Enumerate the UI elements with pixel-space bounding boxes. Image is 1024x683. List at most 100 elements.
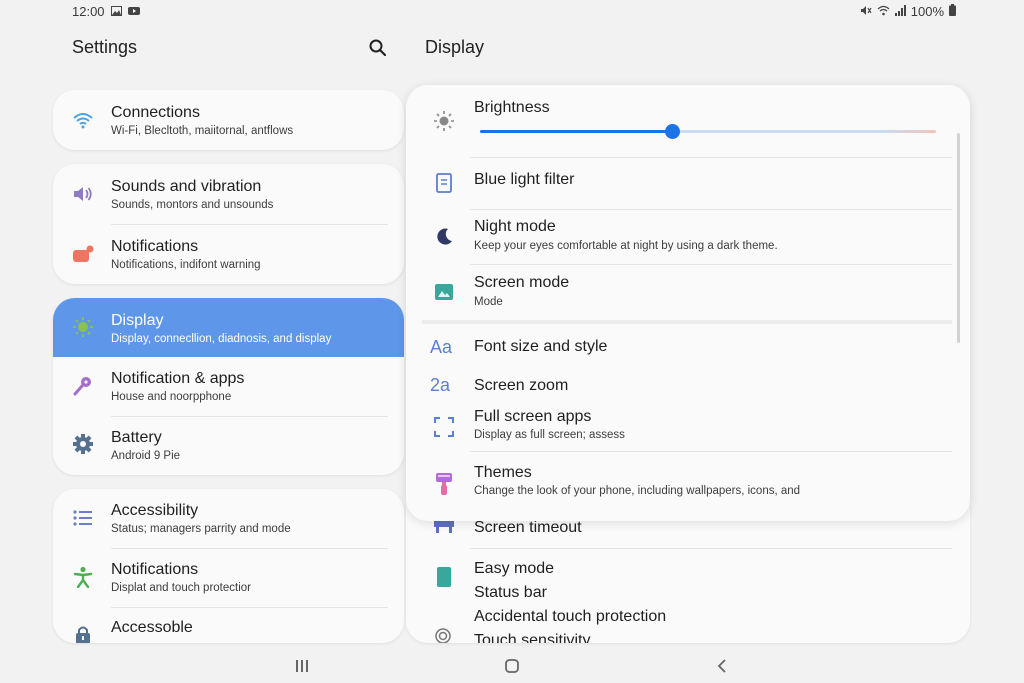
- settings-item-subtitle: Notifications, indifont warning: [111, 259, 261, 271]
- settings-group-1: Connections Wi-Fi, Blecltoth, maiitornal…: [53, 90, 404, 150]
- display-item-title: Night mode: [474, 218, 556, 235]
- navigation-bar: [0, 650, 1024, 683]
- display-item-screen-zoom[interactable]: 2a Screen zoom: [406, 368, 970, 402]
- display-item-subtitle: Mode: [474, 296, 503, 308]
- display-item-blue-light[interactable]: Blue light filter: [406, 158, 970, 208]
- clock: 12:00: [72, 4, 105, 19]
- gear-icon: [71, 432, 95, 456]
- moon-icon: [432, 225, 456, 249]
- display-item-status-bar[interactable]: Status bar: [406, 581, 970, 605]
- display-item-title: Blue light filter: [474, 171, 575, 188]
- settings-item-subtitle: Status; managers parrity and mode: [111, 523, 291, 535]
- battery-level: 100%: [910, 4, 944, 19]
- notification-icon: [71, 242, 95, 266]
- display-item-full-screen-apps[interactable]: Full screen apps Display as full screen;…: [406, 403, 970, 451]
- section-divider: [422, 320, 952, 324]
- signal-icon: [894, 4, 906, 19]
- document-icon: [432, 171, 456, 195]
- person-icon: [71, 565, 95, 589]
- display-item-easy-mode[interactable]: Easy mode: [406, 557, 970, 587]
- display-item-subtitle: Keep your eyes comfortable at night by u…: [474, 240, 778, 252]
- list-icon: [71, 506, 95, 530]
- settings-group-4: Accessibility Status; managers parrity a…: [53, 489, 404, 643]
- settings-item-title: Connections: [111, 104, 200, 121]
- settings-item-display[interactable]: Display Display, connecllion, diadnosis,…: [53, 298, 404, 357]
- display-more-list: Screen timeout Easy mode Status bar Acci…: [406, 505, 970, 643]
- settings-item-notifications[interactable]: Notifications Notifications, indifont wa…: [53, 224, 404, 284]
- settings-item-title: Accessibility: [111, 502, 199, 519]
- battery-icon: [949, 4, 956, 19]
- settings-item-title: Accessoble: [111, 619, 193, 636]
- settings-item-subtitle: Display, connecllion, diadnosis, and dis…: [111, 333, 332, 345]
- settings-item-title: Notifications: [111, 561, 199, 578]
- settings-item-title: Sounds and vibration: [111, 178, 262, 195]
- sun-icon: [71, 315, 95, 339]
- settings-item-title: Notifications: [111, 238, 199, 255]
- key-icon: [71, 374, 95, 398]
- display-item-title: Touch sensitivity: [474, 632, 591, 643]
- search-icon: [369, 39, 386, 56]
- settings-item-subtitle: Sounds, montors and unsounds: [111, 199, 274, 211]
- home-button[interactable]: [497, 654, 527, 678]
- back-button[interactable]: [707, 654, 737, 678]
- speaker-icon: [71, 182, 95, 206]
- display-item-accidental-touch[interactable]: Accidental touch protection: [406, 605, 970, 629]
- settings-item-notification-apps[interactable]: Notification & apps House and noorpphone: [53, 357, 404, 416]
- settings-title: Settings: [72, 37, 138, 57]
- home-icon: [505, 659, 519, 673]
- video-icon: [127, 4, 140, 19]
- search-button[interactable]: [366, 36, 388, 58]
- recent-apps-button[interactable]: [287, 654, 317, 678]
- display-item-night-mode[interactable]: Night mode Keep your eyes comfortable at…: [406, 210, 970, 264]
- wifi-icon: [71, 108, 95, 132]
- mute-icon: [860, 4, 872, 19]
- recent-apps-icon: [296, 660, 308, 672]
- settings-item-notifications-2[interactable]: Notifications Displat and touch protecti…: [53, 548, 404, 607]
- touch-icon: [432, 625, 456, 643]
- zoom-icon: 2a: [430, 374, 451, 395]
- settings-item-title: Notification & apps: [111, 370, 245, 387]
- display-item-subtitle: Display as full screen; assess: [474, 429, 625, 441]
- scrollbar[interactable]: [957, 133, 960, 343]
- settings-item-accessoble[interactable]: Accessoble: [53, 607, 404, 643]
- display-item-title: Accidental touch protection: [474, 608, 667, 625]
- brightness-icon: [432, 109, 456, 133]
- settings-item-accessibility[interactable]: Accessibility Status; managers parrity a…: [53, 489, 404, 548]
- settings-item-sounds[interactable]: Sounds and vibration Sounds, montors and…: [53, 164, 404, 224]
- brush-icon: [432, 472, 456, 496]
- display-item-title: Screen zoom: [474, 377, 569, 394]
- image-icon: [432, 280, 456, 304]
- font-icon: Aa: [430, 336, 453, 357]
- wifi-status-icon: [877, 4, 890, 19]
- settings-item-subtitle: Android 9 Pie: [111, 450, 181, 462]
- lock-icon: [71, 623, 95, 643]
- brightness-thumb[interactable]: [664, 124, 680, 139]
- settings-item-title: Display: [111, 312, 164, 329]
- settings-group-3: Display Display, connecllion, diadnosis,…: [53, 298, 404, 475]
- settings-item-subtitle: Wi-Fi, Blecltoth, maiitornal, antflows: [111, 125, 294, 137]
- display-item-screen-mode[interactable]: Screen mode Mode: [406, 265, 970, 319]
- settings-group-2: Sounds and vibration Sounds, montors and…: [53, 164, 404, 284]
- settings-item-subtitle: Displat and touch protectior: [111, 582, 251, 594]
- display-item-title: Easy mode: [474, 560, 555, 577]
- display-item-themes[interactable]: Themes Change the look of your phone, in…: [406, 452, 970, 506]
- divider: [470, 548, 952, 549]
- brightness-slider[interactable]: [480, 124, 936, 140]
- display-item-font-size[interactable]: Aa Font size and style: [406, 328, 970, 366]
- display-item-title: Full screen apps: [474, 408, 592, 425]
- display-item-title: Status bar: [474, 584, 547, 601]
- display-title: Display: [425, 37, 485, 57]
- display-item-touch-sensitivity[interactable]: Touch sensitivity: [406, 628, 970, 643]
- display-item-title: Font size and style: [474, 338, 608, 355]
- status-bar: 12:00 100%: [0, 0, 1024, 22]
- display-item-title: Themes: [474, 464, 532, 481]
- brightness-fill: [480, 130, 672, 133]
- settings-item-title: Battery: [111, 429, 162, 446]
- gallery-icon: [110, 4, 122, 19]
- settings-item-connections[interactable]: Connections Wi-Fi, Blecltoth, maiitornal…: [53, 90, 404, 150]
- display-item-title: Screen mode: [474, 274, 570, 291]
- settings-item-subtitle: House and noorpphone: [111, 391, 232, 403]
- back-icon: [717, 659, 726, 673]
- fullscreen-icon: [432, 415, 456, 439]
- settings-item-battery[interactable]: Battery Android 9 Pie: [53, 416, 404, 475]
